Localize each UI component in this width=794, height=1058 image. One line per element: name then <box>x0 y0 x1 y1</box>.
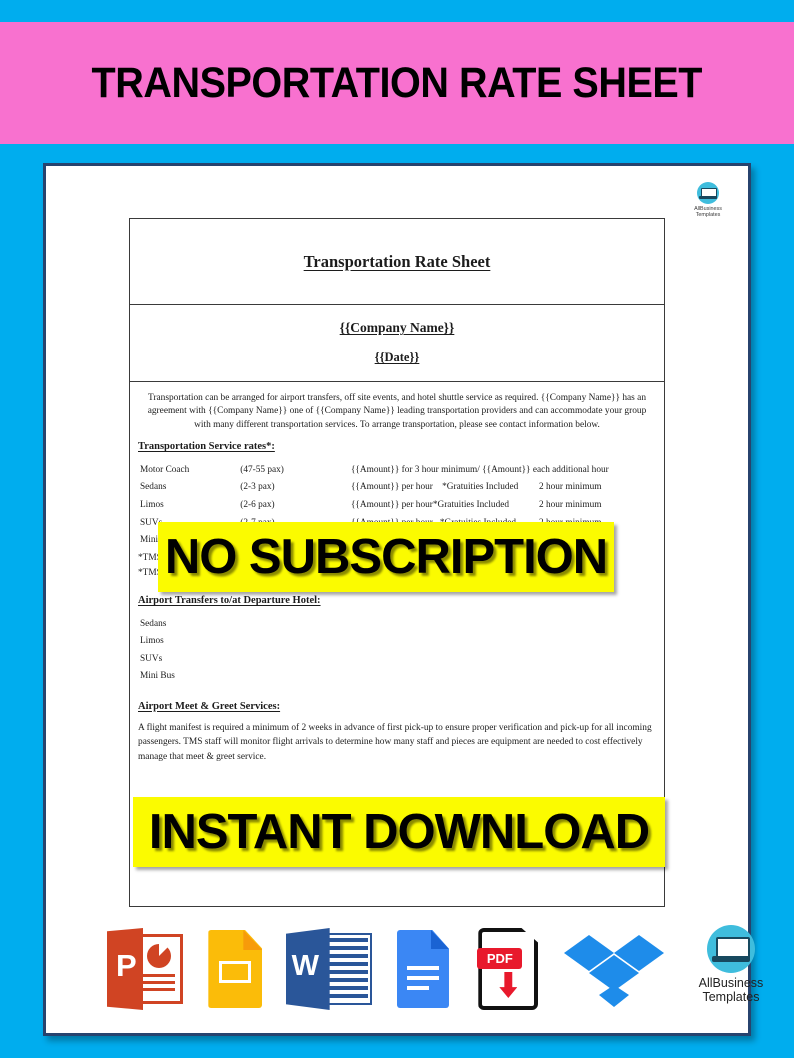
rate-vehicle: Sedans <box>140 482 167 493</box>
rate-vehicle: Motor Coach <box>140 464 190 475</box>
instant-download-label: INSTANT DOWNLOAD <box>148 805 650 859</box>
company-date-cell: {{Company Name}} {{Date}} <box>130 305 664 382</box>
instant-download-stamp: INSTANT DOWNLOAD <box>133 797 665 867</box>
section-heading-transportation-rates: Transportation Service rates*: <box>138 440 275 452</box>
laptop-disc-icon <box>697 182 719 204</box>
no-subscription-label: NO SUBSCRIPTION <box>164 530 608 584</box>
transfer-vehicle: Sedans <box>140 619 167 630</box>
transfer-vehicle: Limos <box>140 636 164 647</box>
table-row: Mini Bus <box>140 669 654 684</box>
page-title: TRANSPORTATION RATE SHEET <box>91 58 703 107</box>
transfer-vehicle: SUVs <box>140 653 163 664</box>
google-docs-icon[interactable] <box>393 928 453 1010</box>
footer-logo-line2: Templates <box>702 990 760 1004</box>
google-slides-icon[interactable] <box>204 928 266 1010</box>
powerpoint-icon[interactable] <box>107 928 185 1010</box>
date-placeholder: {{Date}} <box>374 350 420 364</box>
section-heading-meet-and-greet: Airport Meet & Greet Services: <box>138 700 281 712</box>
laptop-disc-icon <box>706 925 755 973</box>
table-row: Limos (2-6 pax) {{Amount}} per hour*Grat… <box>140 498 654 514</box>
watermark-logo-line2: Templates <box>695 212 721 219</box>
section-airport-transfers: Airport Transfers to/at Departure Hotel:… <box>138 595 656 687</box>
meet-and-greet-body: A flight manifest is required a minimum … <box>138 722 652 762</box>
rate-note: *Gratuities Included <box>432 500 510 511</box>
transfer-vehicle: Mini Bus <box>140 671 175 682</box>
company-name-placeholder: {{Company Name}} <box>339 320 455 335</box>
rate-amount-text: {{Amount}} per hour <box>350 482 433 493</box>
table-row: Sedans (2-3 pax) {{Amount}} per hour *Gr… <box>140 480 654 496</box>
table-row: Limos <box>140 634 654 649</box>
document-preview-area: AllBusiness Templates Transportation Rat… <box>0 144 794 1058</box>
rate-amount: {{Amount}} for 3 hour minimum/ {{Amount}… <box>350 464 609 475</box>
table-row: Motor Coach (47-55 pax) {{Amount}} for 3… <box>140 463 654 479</box>
section-heading-airport-transfers: Airport Transfers to/at Departure Hotel: <box>138 595 321 607</box>
table-row: Sedans <box>140 617 654 632</box>
dropbox-icon[interactable] <box>563 929 664 1009</box>
rate-minimum: 2 hour minimum <box>539 482 602 493</box>
section-meet-and-greet: Airport Meet & Greet Services: A flight … <box>138 701 656 765</box>
rate-minimum: 2 hour minimum <box>539 500 602 511</box>
rate-pax: (47-55 pax) <box>240 464 284 475</box>
no-subscription-stamp: NO SUBSCRIPTION <box>158 522 614 592</box>
pink-title-banner: TRANSPORTATION RATE SHEET <box>0 22 794 144</box>
footer-logo-line1: AllBusiness <box>698 976 764 990</box>
watermark-logo-line1: AllBusiness <box>694 206 722 212</box>
rate-note: *Gratuities Included <box>442 482 519 493</box>
document-title-cell: Transportation Rate Sheet <box>130 219 664 305</box>
document-title: Transportation Rate Sheet <box>303 251 491 271</box>
pdf-label: PDF <box>477 948 523 969</box>
word-icon[interactable] <box>285 928 374 1010</box>
rate-vehicle: Limos <box>140 500 164 511</box>
document-sheet[interactable]: AllBusiness Templates Transportation Rat… <box>43 163 763 1036</box>
rate-pax: (2-3 pax) <box>240 482 275 493</box>
rate-amount: {{Amount}} per hour*Gratuities Included <box>351 498 537 514</box>
rate-pax: (2-6 pax) <box>240 500 275 511</box>
top-cyan-strip <box>0 0 794 22</box>
format-icons-row: PDF AllBusiness Templates <box>101 919 785 1019</box>
table-row: SUVs <box>140 652 654 667</box>
rate-amount-text: {{Amount}} per hour <box>350 500 433 511</box>
rate-amount: {{Amount}} per hour *Gratuities Included <box>351 480 537 496</box>
intro-paragraph: Transportation can be arranged for airpo… <box>147 393 647 430</box>
allbusiness-templates-icon[interactable]: AllBusiness Templates <box>683 925 779 1013</box>
airport-transfers-table: Sedans Limos SUVs Mini Bus <box>138 615 656 687</box>
pdf-icon[interactable]: PDF <box>472 926 544 1012</box>
watermark-allbusiness-logo: AllBusiness Templates <box>682 182 734 219</box>
